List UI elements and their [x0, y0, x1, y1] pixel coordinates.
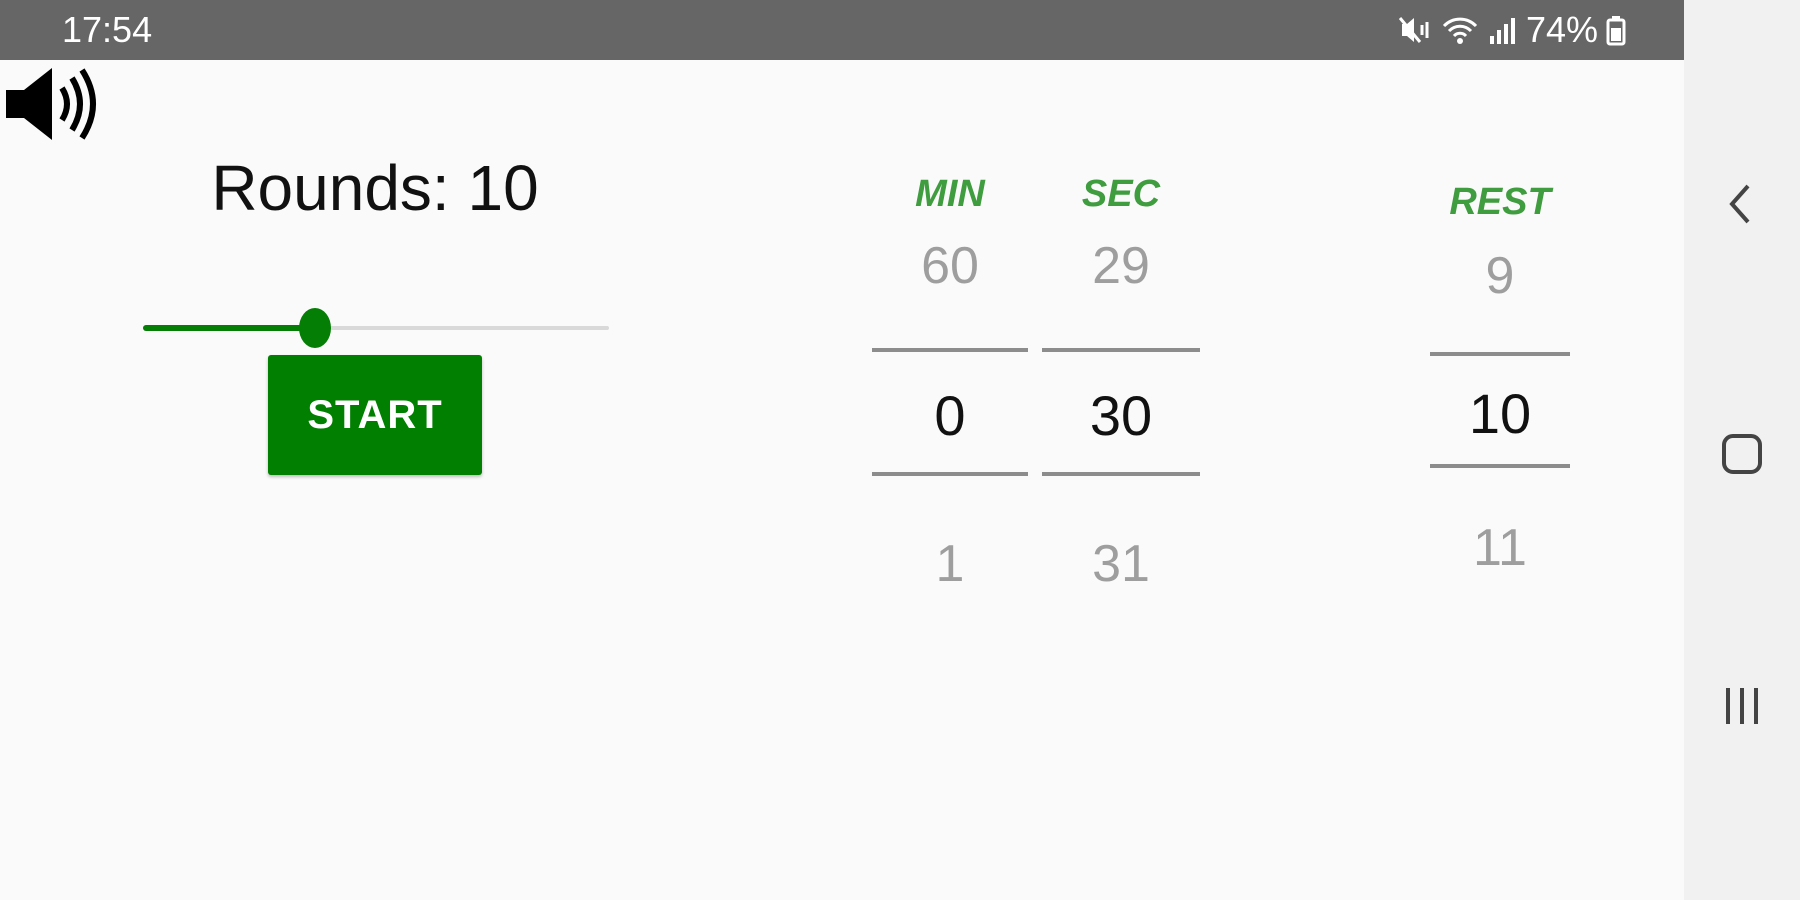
seconds-top-divider [1042, 348, 1200, 352]
rest-picker[interactable]: REST 9 10 11 [1430, 60, 1570, 900]
rest-next-value[interactable]: 11 [1430, 518, 1570, 578]
mute-vibrate-icon [1398, 17, 1429, 43]
seconds-label: SEC [1081, 173, 1161, 215]
back-icon[interactable] [1714, 176, 1770, 232]
speaker-icon[interactable] [4, 64, 100, 144]
rest-prev-value[interactable]: 9 [1430, 246, 1570, 306]
rest-top-divider [1430, 352, 1570, 356]
status-time: 17:54 [62, 9, 153, 50]
rounds-label: Rounds: 10 [211, 152, 539, 224]
wifi-icon [1442, 17, 1478, 44]
rest-label: REST [1449, 181, 1551, 223]
minutes-picker[interactable]: MIN 60 0 1 [872, 60, 1028, 900]
slider-thumb[interactable] [299, 308, 331, 348]
rest-current-value[interactable]: 10 [1430, 382, 1570, 446]
minutes-next-value[interactable]: 1 [872, 534, 1028, 594]
minutes-top-divider [872, 348, 1028, 352]
screen: 17:54 74% Rounds: 10 START MIN 60 0 1 SE… [0, 0, 1800, 900]
minutes-label: MIN [915, 173, 985, 215]
seconds-next-value[interactable]: 31 [1042, 534, 1200, 594]
signal-icon [1489, 18, 1515, 44]
seconds-current-value[interactable]: 30 [1042, 384, 1200, 448]
navigation-bar [1684, 0, 1800, 900]
home-icon[interactable] [1714, 426, 1770, 482]
slider-fill [143, 325, 315, 331]
seconds-picker[interactable]: SEC 29 30 31 [1042, 60, 1200, 900]
minutes-bottom-divider [872, 472, 1028, 476]
recents-icon[interactable] [1714, 678, 1770, 734]
rest-bottom-divider [1430, 464, 1570, 468]
status-icons: 74% [1398, 10, 1626, 50]
seconds-bottom-divider [1042, 472, 1200, 476]
minutes-current-value[interactable]: 0 [872, 384, 1028, 448]
battery-percent: 74% [1525, 9, 1598, 50]
battery-icon [1606, 16, 1626, 46]
rounds-slider[interactable] [143, 308, 609, 348]
start-button[interactable]: START [268, 355, 482, 475]
seconds-prev-value[interactable]: 29 [1042, 236, 1200, 296]
minutes-prev-value[interactable]: 60 [872, 236, 1028, 296]
status-bar: 17:54 74% [0, 0, 1684, 60]
timer-app: Rounds: 10 START MIN 60 0 1 SEC 29 30 31 [0, 60, 1684, 900]
